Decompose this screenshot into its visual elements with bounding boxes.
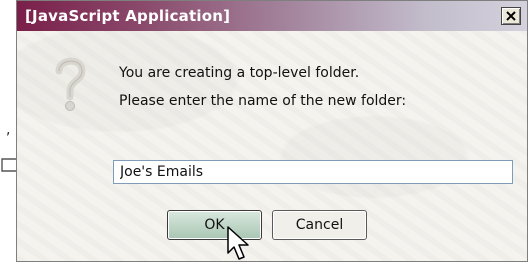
close-button[interactable] — [501, 7, 521, 25]
dialog-titlebar[interactable]: [JavaScript Application] — [17, 1, 527, 31]
prompt-dialog: [JavaScript Application] You are creatin… — [16, 0, 528, 262]
close-x-icon — [506, 11, 516, 21]
cancel-button[interactable]: Cancel — [272, 210, 367, 240]
dialog-title: [JavaScript Application] — [25, 7, 231, 25]
question-icon — [55, 57, 86, 111]
message-line-2: Please enter the name of the new folder: — [119, 93, 407, 109]
text-fragment-comma: , — [6, 122, 11, 138]
cancel-button-label: Cancel — [295, 217, 344, 233]
mouse-cursor-icon — [227, 226, 249, 260]
folder-name-input[interactable] — [113, 160, 513, 184]
ok-button-label: OK — [204, 217, 225, 233]
message-line-1: You are creating a top-level folder. — [119, 65, 360, 81]
